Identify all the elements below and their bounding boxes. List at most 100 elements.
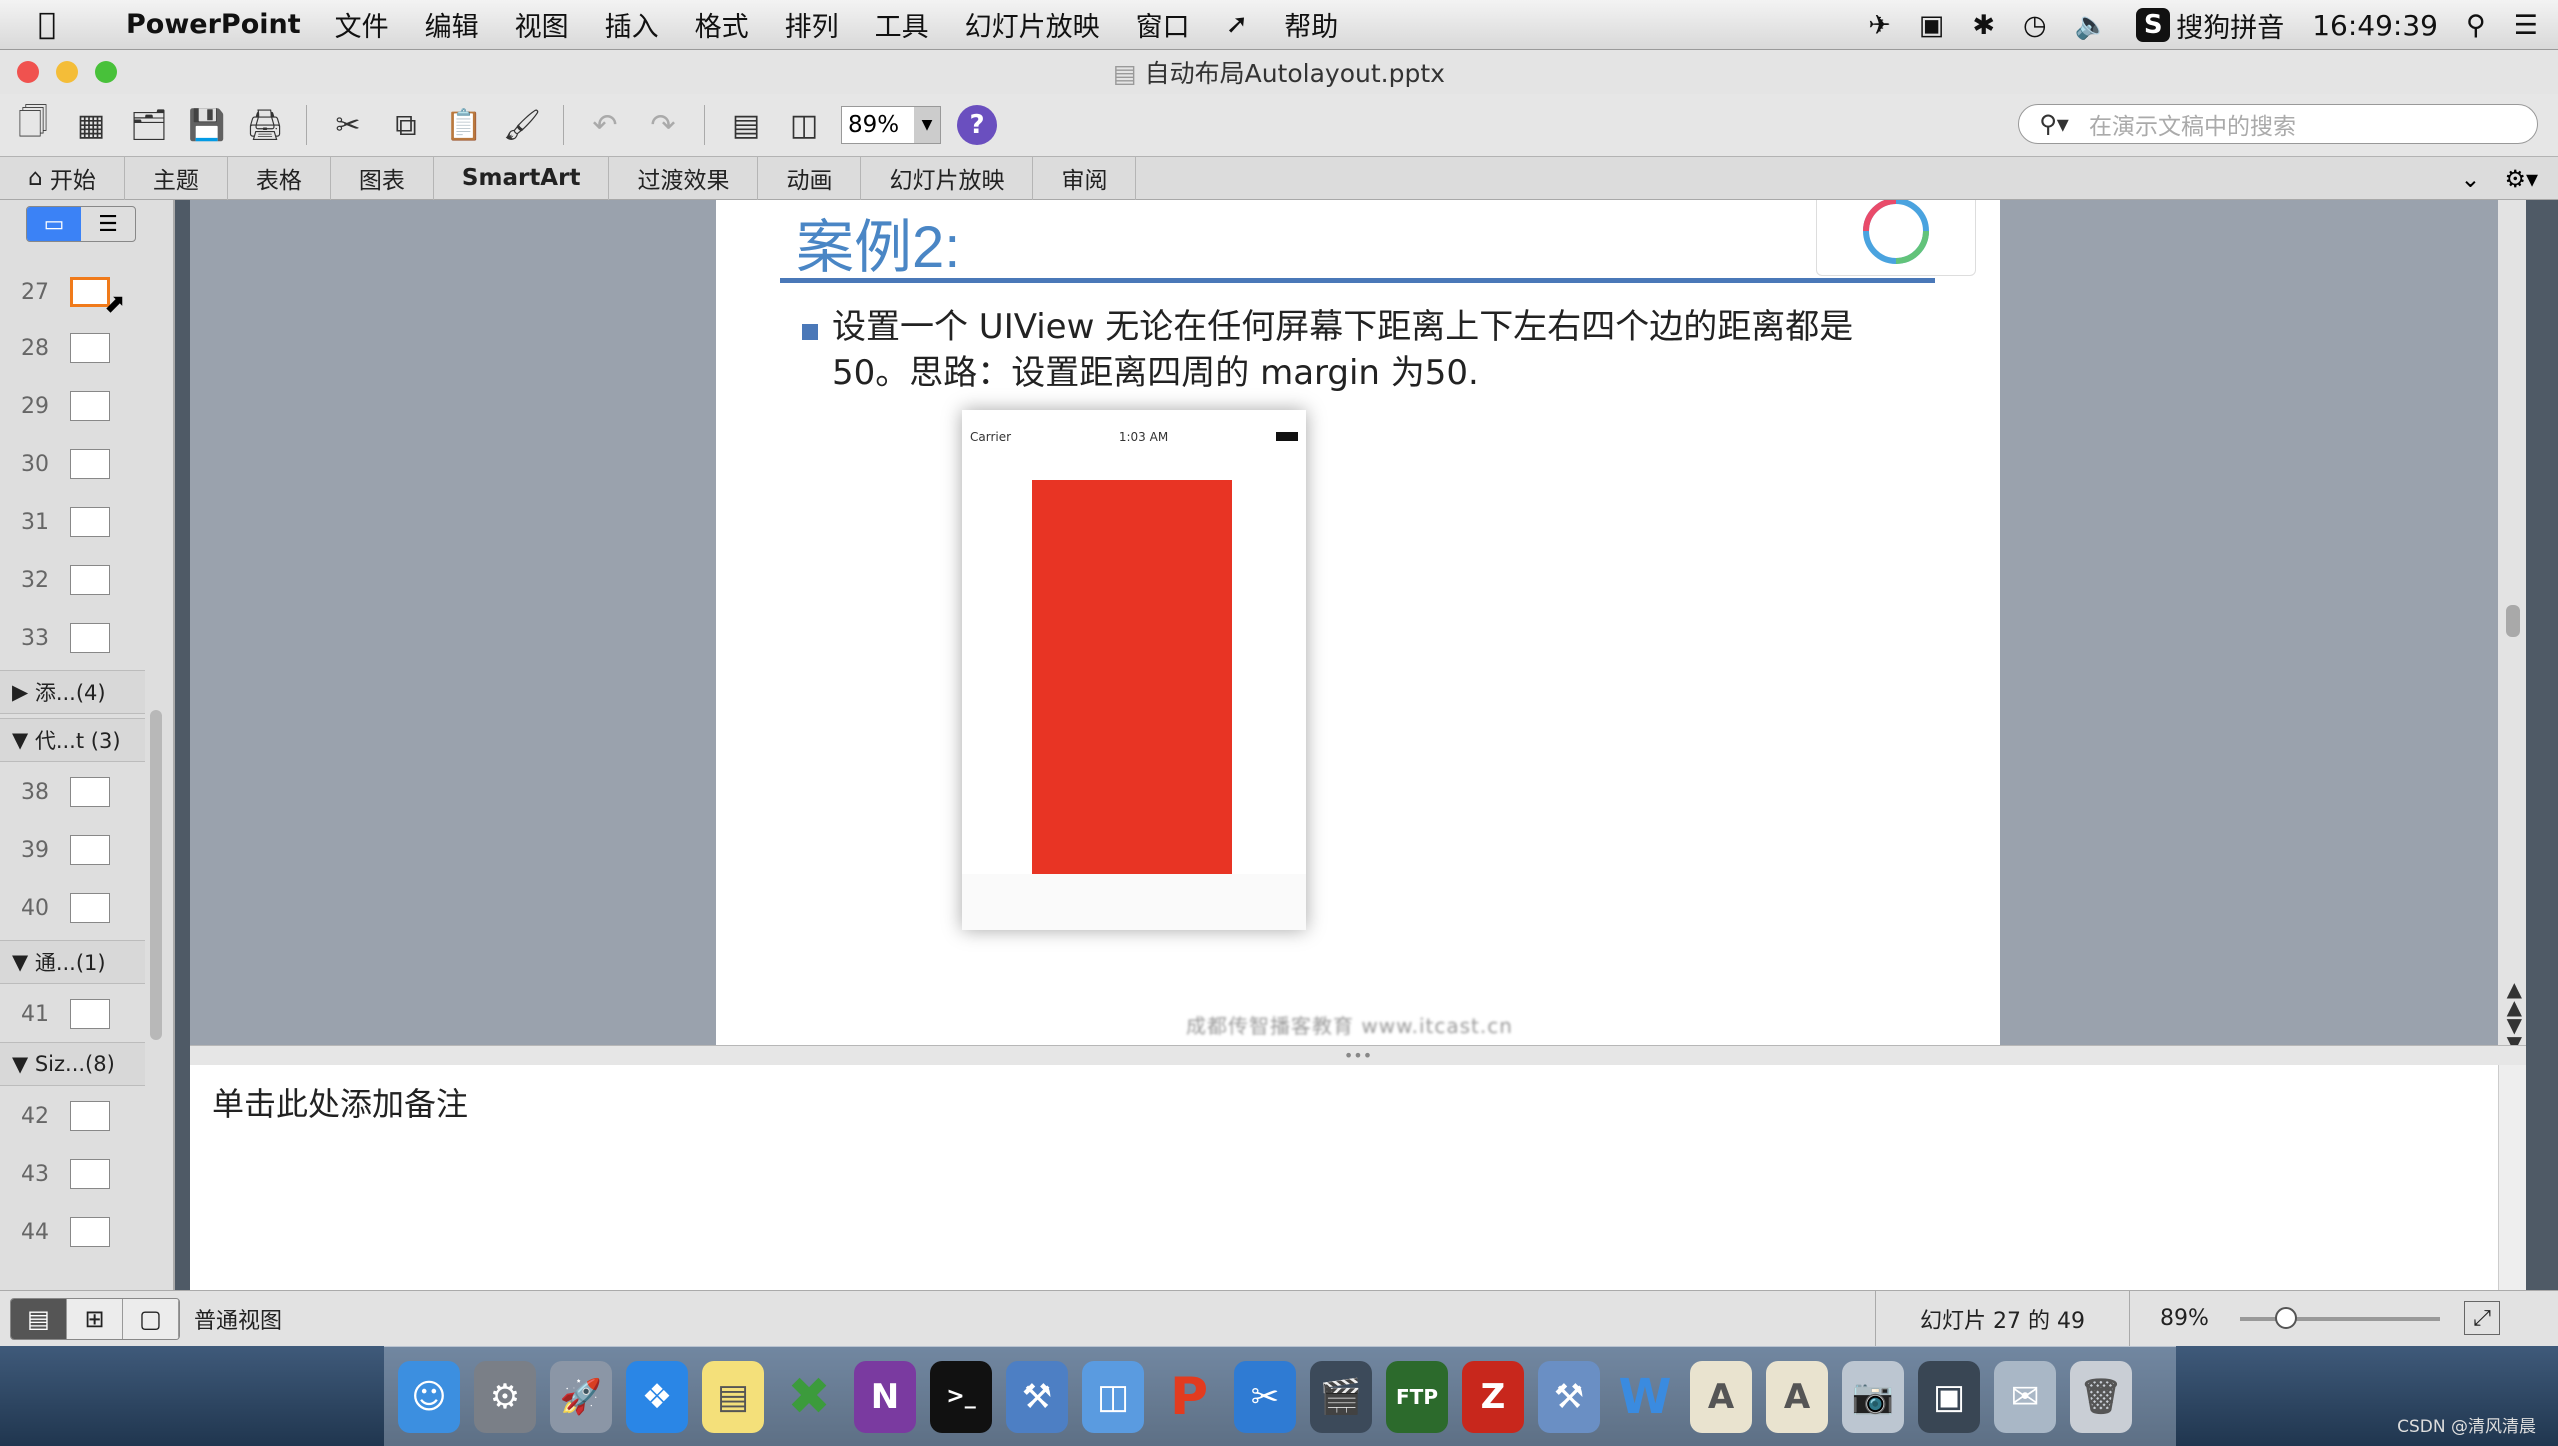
collapse-ribbon-icon[interactable]: ⌄	[2460, 165, 2480, 193]
slide-thumb-row[interactable]: 29	[0, 378, 145, 434]
slide-thumbnail[interactable]	[70, 1101, 110, 1131]
notes-app-icon[interactable]: ▤	[702, 1360, 764, 1433]
notes-pane[interactable]: 单击此处添加备注	[190, 1065, 2526, 1290]
menu-insert[interactable]: 插入	[605, 5, 659, 44]
ftp-app-icon[interactable]: FTP	[1386, 1360, 1448, 1433]
tab-animations[interactable]: 动画	[758, 156, 862, 200]
slide-thumb-row[interactable]: 39	[0, 822, 145, 878]
slide-thumb-row[interactable]: 38	[0, 764, 145, 820]
normal-view-icon[interactable]: ▤	[11, 1298, 67, 1339]
video-app-icon[interactable]: 🎬	[1310, 1360, 1372, 1433]
notes-splitter[interactable]: •••	[190, 1045, 2526, 1065]
preview-icon[interactable]: 📷	[1842, 1360, 1904, 1433]
print-icon[interactable]: 🖨	[244, 104, 286, 146]
slideshow-view-icon[interactable]: ▢	[123, 1298, 179, 1339]
new-presentation-icon[interactable]: 🗍	[12, 104, 54, 146]
slide-thumbnail[interactable]	[70, 1217, 110, 1247]
iphone-screenshot-image[interactable]: Carrier 1:03 AM	[962, 410, 1306, 930]
zoom-select[interactable]: 89% ▼	[841, 106, 941, 144]
search-icon[interactable]: ⚲▾	[2019, 110, 2089, 138]
slide-thumb-row[interactable]: 31	[0, 494, 145, 550]
filezilla-icon[interactable]: Z	[1462, 1360, 1524, 1433]
tool-app-icon[interactable]: ⚒	[1538, 1360, 1600, 1433]
powerpoint-icon[interactable]: P	[1158, 1361, 1220, 1433]
tab-review[interactable]: 审阅	[1033, 156, 1137, 200]
fit-to-window-icon[interactable]: ⤢	[2464, 1301, 2500, 1335]
menu-format[interactable]: 格式	[695, 5, 749, 44]
slide-thumb-row[interactable]: 32	[0, 552, 145, 608]
slide-layout-icon[interactable]: ▤	[725, 104, 767, 146]
menu-tools[interactable]: 工具	[875, 5, 929, 44]
camera-icon[interactable]: ▣	[1919, 10, 1945, 41]
slide-thumbnail[interactable]	[70, 333, 110, 363]
clock[interactable]: 16:49:39	[2312, 9, 2438, 42]
time-machine-icon[interactable]: ◷	[2023, 10, 2047, 41]
slide-thumb-row[interactable]: 42	[0, 1088, 145, 1144]
tab-slideshow[interactable]: 幻灯片放映	[861, 156, 1034, 200]
launchpad-icon[interactable]: 🚀	[550, 1360, 612, 1433]
tab-transitions[interactable]: 过渡效果	[609, 156, 759, 200]
bluetooth-icon[interactable]: ✱	[1972, 10, 1995, 41]
open-icon[interactable]: 🗂	[128, 104, 170, 146]
downloads-stack-icon[interactable]: ✉	[1994, 1360, 2056, 1433]
airplane-icon[interactable]: ✈	[1868, 10, 1891, 41]
slide-thumb-row[interactable]: 40	[0, 880, 145, 936]
slide-thumbnail[interactable]	[70, 999, 110, 1029]
panel-scrollbar[interactable]	[150, 710, 162, 1040]
slide-thumb-row[interactable]: 28	[0, 320, 145, 376]
xcode-icon[interactable]: ⚒	[1006, 1360, 1068, 1433]
file-manager-icon[interactable]: ▣	[1918, 1360, 1980, 1433]
menu-help[interactable]: 帮助	[1284, 5, 1338, 44]
finder-icon[interactable]: ☺	[398, 1360, 460, 1433]
section-header[interactable]: ▼ Siz...(8)	[0, 1042, 145, 1086]
chevron-down-icon[interactable]: ▼	[914, 107, 940, 143]
prev-next-slide-icon[interactable]: ▲ ▲ ▼ ▼	[2507, 979, 2522, 1053]
bullet-text[interactable]: 设置一个 UIView 无论在任何屏幕下距离上下左右四个边的距离都是50。思路：…	[832, 304, 1902, 396]
slide-thumb-row[interactable]: 27 ⬈	[0, 264, 145, 320]
slide-thumbnail[interactable]	[70, 835, 110, 865]
tab-tables[interactable]: 表格	[228, 156, 331, 200]
slide-thumb-row[interactable]: 43	[0, 1146, 145, 1202]
volume-icon[interactable]: 🔈	[2075, 9, 2109, 41]
search-input[interactable]: 在演示文稿中的搜索	[2089, 107, 2296, 141]
section-header[interactable]: ▶ 添...(4)	[0, 670, 145, 714]
slide-scroll-thumb[interactable]	[2506, 605, 2520, 637]
menu-slideshow[interactable]: 幻灯片放映	[965, 5, 1100, 44]
menu-window[interactable]: 窗口	[1136, 5, 1190, 44]
notification-center-icon[interactable]: ☰	[2514, 10, 2538, 41]
new-from-template-icon[interactable]: ▦	[70, 104, 112, 146]
slide-sorter-icon[interactable]: ⊞	[67, 1298, 123, 1339]
current-slide[interactable]: 案例2: 设置一个 UIView 无论在任何屏幕下距离上下左右四个边的距离都是5…	[716, 200, 2000, 1045]
undo-icon[interactable]: ↶	[584, 104, 626, 146]
format-painter-icon[interactable]: 🖌	[501, 104, 543, 146]
document-b-icon[interactable]: A	[1766, 1360, 1828, 1433]
slide-thumb-row[interactable]: 30	[0, 436, 145, 492]
notes-scrollbar[interactable]	[2498, 1065, 2526, 1290]
word-icon[interactable]: W	[1614, 1361, 1676, 1433]
apple-menu-icon[interactable]: 	[38, 7, 88, 42]
help-icon[interactable]: ?	[957, 105, 997, 145]
spotlight-search-icon[interactable]: ⚲	[2466, 10, 2486, 41]
onenote-icon[interactable]: N	[854, 1360, 916, 1433]
slide-thumbnail[interactable]	[70, 623, 110, 653]
outline-view-icon[interactable]: ☰	[81, 207, 135, 241]
tab-charts[interactable]: 图表	[331, 156, 434, 200]
redo-icon[interactable]: ↷	[642, 104, 684, 146]
keynote-icon[interactable]: ◫	[1082, 1360, 1144, 1433]
document-search[interactable]: ⚲▾ 在演示文稿中的搜索	[2018, 104, 2538, 144]
slide-thumbnail[interactable]	[70, 1159, 110, 1189]
cut-icon[interactable]: ✂	[327, 104, 369, 146]
gear-icon[interactable]: ⚙▾	[2504, 165, 2538, 193]
tab-home[interactable]: ⌂ 开始	[0, 156, 125, 200]
screenshot-tool-icon[interactable]: ✂	[1234, 1360, 1296, 1433]
paste-icon[interactable]: 📋	[443, 104, 485, 146]
menu-arrange[interactable]: 排列	[785, 5, 839, 44]
zoom-slider[interactable]	[2240, 1317, 2440, 1321]
tab-themes[interactable]: 主题	[125, 156, 228, 200]
xmind-icon[interactable]: ✖	[778, 1361, 840, 1433]
slide-thumbnail[interactable]	[70, 777, 110, 807]
slide-thumbnail[interactable]	[70, 391, 110, 421]
script-menu-icon[interactable]: ➚	[1226, 9, 1249, 40]
slides-view-icon[interactable]: ▭	[27, 207, 81, 241]
slide-title[interactable]: 案例2:	[796, 200, 960, 284]
